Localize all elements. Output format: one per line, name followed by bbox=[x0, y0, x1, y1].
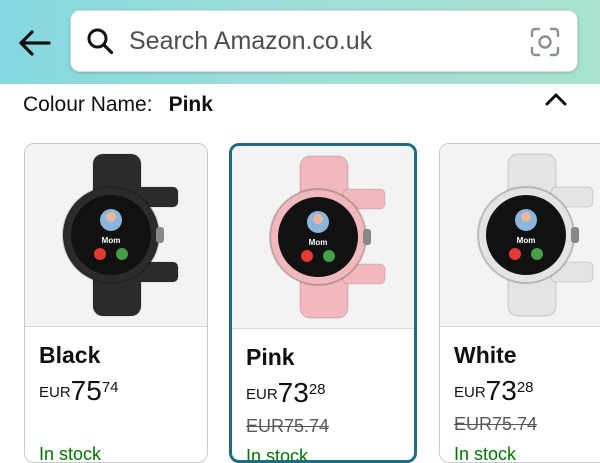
variation-selected-value: Pink bbox=[168, 93, 213, 116]
caller-name: Mom bbox=[102, 236, 121, 245]
swatch-card-white[interactable]: Mom White EUR 73 28 EUR75.74 In stock bbox=[439, 143, 600, 463]
price-whole: 75 bbox=[70, 375, 102, 406]
was-price: EUR75.74 bbox=[454, 414, 538, 434]
price-currency: EUR bbox=[246, 386, 278, 403]
swatch-name: White bbox=[454, 342, 517, 368]
variation-label: Colour Name: bbox=[23, 93, 153, 116]
search-bar[interactable] bbox=[70, 10, 578, 72]
chevron-up-icon[interactable] bbox=[542, 86, 570, 114]
back-button[interactable] bbox=[14, 26, 54, 60]
smartwatch-image: Mom bbox=[269, 155, 386, 319]
search-input[interactable] bbox=[127, 25, 511, 57]
caller-name: Mom bbox=[309, 238, 328, 247]
stock-status: In stock bbox=[39, 444, 102, 463]
price-fraction: 28 bbox=[308, 381, 326, 398]
swatch-price: EUR 75 74 bbox=[39, 376, 119, 406]
smartwatch-image: Mom bbox=[62, 153, 179, 317]
was-price: EUR75.74 bbox=[246, 416, 330, 436]
product-image: Mom bbox=[232, 146, 414, 329]
swatch-card-pink[interactable]: Mom Pink EUR 73 28 EUR75.74 In stock bbox=[229, 143, 417, 463]
variation-row: Colour Name: Pink bbox=[23, 90, 213, 120]
caller-name: Mom bbox=[517, 236, 536, 245]
search-icon[interactable] bbox=[85, 26, 115, 56]
swatch-price: EUR 73 28 bbox=[246, 378, 326, 408]
product-image: Mom bbox=[440, 144, 600, 327]
swatch-name: Black bbox=[39, 342, 101, 368]
header-bar bbox=[0, 0, 600, 84]
price-whole: 73 bbox=[485, 375, 517, 406]
camera-scan-icon[interactable] bbox=[529, 26, 561, 58]
product-image: Mom bbox=[25, 144, 207, 327]
price-currency: EUR bbox=[454, 384, 486, 401]
swatch-name: Pink bbox=[246, 344, 295, 370]
swatch-price: EUR 73 28 bbox=[454, 376, 534, 406]
price-whole: 73 bbox=[277, 377, 309, 408]
arrow-left-icon bbox=[19, 30, 51, 56]
price-fraction: 74 bbox=[101, 379, 119, 396]
swatch-card-black[interactable]: Mom Black EUR 75 74 In stock bbox=[24, 143, 208, 463]
smartwatch-image: Mom bbox=[477, 153, 594, 317]
price-fraction: 28 bbox=[516, 379, 534, 396]
stock-status: In stock bbox=[454, 444, 517, 463]
price-currency: EUR bbox=[39, 384, 71, 401]
stock-status: In stock bbox=[246, 446, 309, 463]
